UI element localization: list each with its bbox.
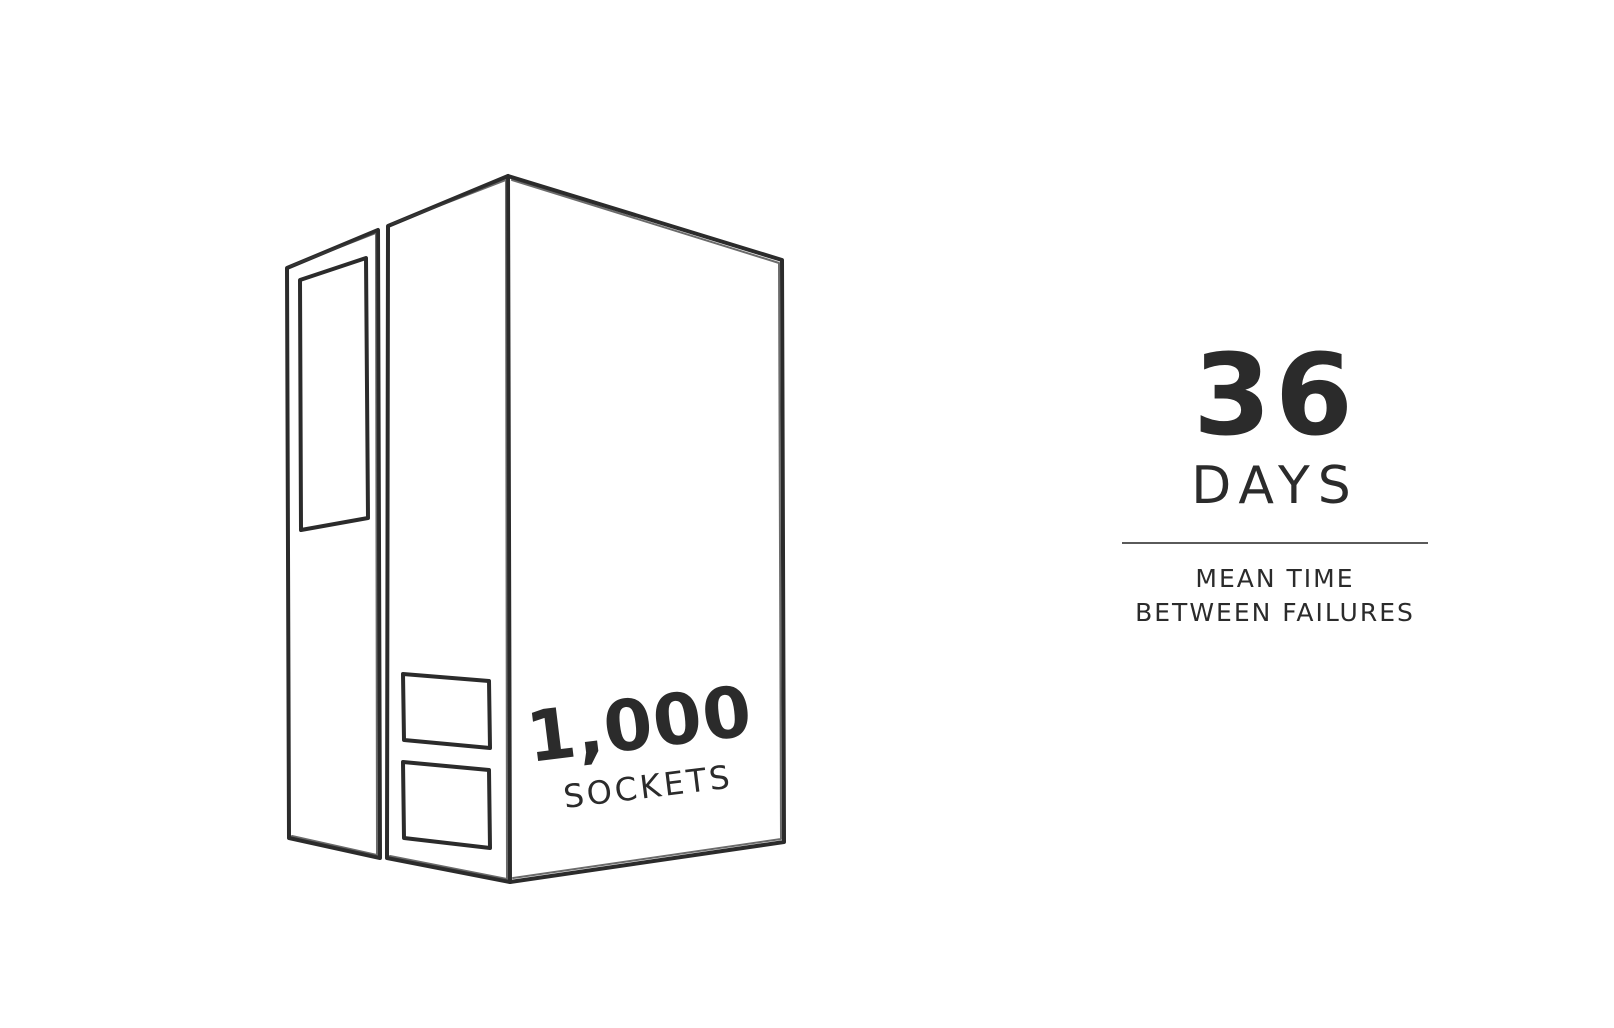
stat-unit: DAYS — [1191, 456, 1359, 516]
left-cabinet — [285, 228, 382, 860]
main-cabinet-front — [385, 174, 512, 884]
stat-caption-line2: BETWEEN FAILURES — [1135, 598, 1415, 627]
mtbf-stat: 36 DAYS MEAN TIME BETWEEN FAILURES — [1110, 340, 1440, 630]
stat-divider — [1122, 542, 1428, 544]
stat-caption-line1: MEAN TIME — [1195, 564, 1355, 593]
stat-value: 36 — [1193, 331, 1357, 461]
